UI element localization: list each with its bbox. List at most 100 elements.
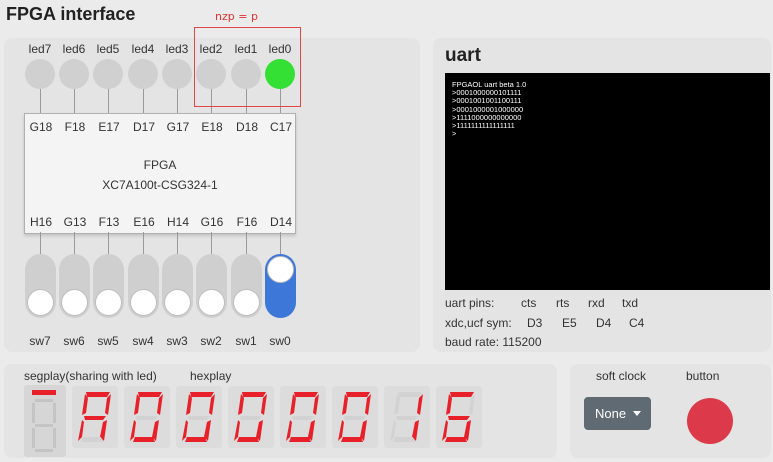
segment-b (53, 403, 56, 423)
segment-b (365, 394, 371, 415)
switch-wire (280, 232, 281, 254)
soft-clock-dropdown[interactable]: None (584, 397, 651, 430)
sym-cts: D3 (527, 316, 543, 330)
segplay-title: segplay(sharing with led) (24, 369, 157, 383)
chip-pin-label: D17 (132, 120, 155, 134)
terminal-line: >1111111111111111 (452, 121, 515, 130)
segment-d (289, 437, 311, 442)
chip-name: FPGA (143, 158, 177, 172)
segment-e (32, 428, 35, 448)
terminal-line: > (452, 129, 457, 139)
segment-b (261, 394, 267, 415)
led-indicator (93, 59, 123, 89)
segment-a (86, 392, 110, 397)
caret-down-icon (633, 411, 641, 416)
segment-a-on (32, 390, 56, 395)
led-indicator (59, 59, 89, 89)
segment-a (138, 392, 162, 397)
segment-a (242, 392, 266, 397)
chip-pin-label: H16 (29, 215, 52, 229)
switch-label: sw6 (63, 334, 85, 348)
led-indicator (128, 59, 158, 89)
chip-pin-label: C17 (269, 120, 292, 134)
segment-f (394, 394, 400, 415)
led-label: led3 (165, 42, 189, 56)
chip-model: XC7A100t-CSG324-1 (102, 178, 218, 192)
switch-knob (233, 289, 260, 316)
hex-digit (280, 386, 326, 448)
uart-title: uart (445, 45, 481, 66)
segment-g (396, 416, 418, 420)
segment-g (84, 416, 106, 420)
switch-wire (246, 232, 247, 254)
segment-b (105, 394, 111, 415)
segment-g (136, 416, 158, 420)
nzp-highlight-box (194, 27, 301, 107)
segment-a (450, 392, 474, 397)
toggle-switch[interactable] (59, 254, 90, 318)
led-wire (108, 89, 109, 114)
switch-knob (164, 289, 191, 316)
segment-a (398, 392, 422, 397)
chip-pin-label: E16 (133, 215, 155, 229)
switch-knob (198, 289, 225, 316)
seven-segment-digit (182, 392, 215, 442)
button-label: button (686, 369, 720, 383)
toggle-switch[interactable] (231, 254, 262, 318)
switch-wire (211, 232, 212, 254)
segment-f (290, 394, 296, 415)
sym-rxd: D4 (596, 316, 612, 330)
segment-g (292, 416, 314, 420)
segment-g (344, 416, 366, 420)
segplay-digit (24, 385, 66, 457)
toggle-switch[interactable] (265, 254, 296, 318)
led-indicator (25, 59, 55, 89)
switch-label: sw0 (269, 334, 291, 348)
seven-segment-digit (442, 392, 475, 442)
chip-pin-label: G18 (29, 120, 53, 134)
push-button[interactable] (687, 398, 733, 444)
segment-f (82, 394, 88, 415)
chip-pin-label: D18 (235, 120, 258, 134)
segment-g (448, 416, 470, 420)
fpga-chip: G18 F18 E17 D17 G17 E18 D18 C17 FPGA XC7A100t-C… (24, 113, 296, 234)
segment-g (188, 416, 210, 420)
toggle-switch[interactable] (128, 254, 159, 318)
segment-f (446, 394, 452, 415)
toggle-switch[interactable] (162, 254, 193, 318)
segment-f (238, 394, 244, 415)
hex-digit (436, 386, 482, 448)
switch-label: sw4 (132, 334, 154, 348)
uart-terminal[interactable]: FPGAOL uart beta 1.0 >0001000000101111 >00… (445, 73, 770, 290)
uart-pin-cts: cts (521, 296, 537, 310)
toggle-switch[interactable] (196, 254, 227, 318)
seven-segment-digit (338, 392, 371, 442)
uart-pin-rxd: rxd (588, 296, 605, 310)
segment-d (81, 437, 103, 442)
switch-knob (27, 289, 54, 316)
uart-pins-label: uart pins: (445, 296, 495, 310)
segment-d (185, 437, 207, 442)
seven-segment-digit (78, 392, 111, 442)
toggle-switch[interactable] (93, 254, 124, 318)
led-label: led4 (131, 42, 155, 56)
switch-label: sw3 (166, 334, 188, 348)
segment-b (313, 394, 319, 415)
toggle-switch[interactable] (25, 254, 56, 318)
page-title: FPGA interface (6, 4, 136, 24)
segment-b (157, 394, 163, 415)
switch-label: sw2 (200, 334, 222, 348)
segment-b (209, 394, 215, 415)
seven-segment-digit (234, 392, 267, 442)
segment-d (237, 437, 259, 442)
soft-clock-value: None (595, 406, 627, 421)
switch-label: sw7 (29, 334, 51, 348)
hex-digit (124, 386, 170, 448)
segment-a (294, 392, 318, 397)
baud-rate: baud rate: 115200 (445, 335, 542, 349)
chip-pin-label: D14 (269, 215, 292, 229)
segment-g (240, 416, 262, 420)
seven-segment-digit (130, 392, 163, 442)
chip-pin-label: G17 (166, 120, 190, 134)
segment-f (186, 394, 192, 415)
